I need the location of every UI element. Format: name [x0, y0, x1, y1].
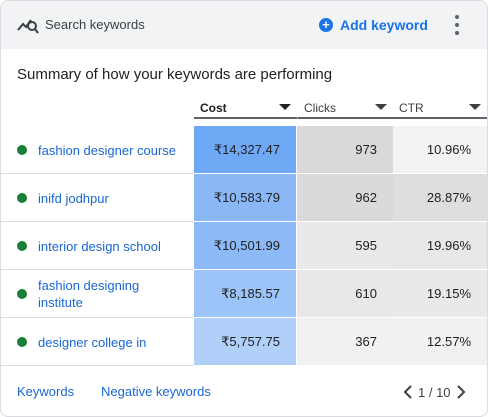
ctr-cell: 19.15%	[393, 270, 487, 318]
page-indicator: 1 / 10	[418, 384, 451, 400]
chevron-right-icon[interactable]	[454, 383, 468, 401]
cost-cell: ₹8,185.57	[194, 270, 297, 318]
status-enabled-icon	[17, 337, 27, 347]
keyword-link[interactable]: interior design school	[38, 222, 188, 270]
clicks-cell: 610	[297, 270, 393, 318]
keyword-link[interactable]: inifd jodhpur	[38, 174, 188, 222]
keyword-cell[interactable]: designer college in	[1, 318, 194, 366]
keyword-cell[interactable]: inifd jodhpur	[1, 174, 194, 222]
keyword-link[interactable]: designer college in	[38, 318, 188, 366]
keywords-card: Search keywords + Add keyword Summary of…	[0, 0, 488, 417]
status-enabled-icon	[17, 145, 27, 155]
cost-cell: ₹14,327.47	[194, 126, 297, 174]
status-enabled-icon	[17, 241, 27, 251]
column-header-ctr[interactable]: CTR	[393, 95, 487, 119]
negative-keywords-link[interactable]: Negative keywords	[101, 384, 211, 399]
column-header-cost[interactable]: Cost	[194, 95, 297, 119]
chevron-left-icon[interactable]	[401, 383, 415, 401]
chevron-down-icon	[469, 104, 481, 110]
table-row: designer college in ₹5,757.75 367 12.57%	[1, 318, 487, 366]
plus-circle-icon: +	[319, 18, 333, 32]
chevron-down-icon	[279, 104, 291, 110]
keyword-link[interactable]: fashion designer course	[38, 126, 188, 174]
table-row: inifd jodhpur ₹10,583.79 962 28.87%	[1, 174, 487, 222]
table-row: interior design school ₹10,501.99 595 19…	[1, 222, 487, 270]
keyword-cell[interactable]: interior design school	[1, 222, 194, 270]
keywords-link[interactable]: Keywords	[17, 384, 74, 399]
keyword-link[interactable]: fashion designing institute	[38, 270, 158, 318]
clicks-cell: 367	[297, 318, 393, 366]
pagination: 1 / 10	[401, 382, 468, 402]
ctr-cell: 12.57%	[393, 318, 487, 366]
column-header-label: CTR	[399, 101, 424, 115]
table-row: fashion designer course ₹14,327.47 973 1…	[1, 126, 487, 174]
card-title: Summary of how your keywords are perform…	[17, 66, 333, 83]
cost-cell: ₹10,583.79	[194, 174, 297, 222]
ctr-cell: 19.96%	[393, 222, 487, 270]
keyword-cell[interactable]: fashion designing institute	[1, 270, 194, 318]
status-enabled-icon	[17, 289, 27, 299]
more-options-icon[interactable]	[451, 15, 463, 35]
add-keyword-label: Add keyword	[340, 17, 428, 33]
card-header: Search keywords + Add keyword	[1, 1, 487, 49]
column-header-label: Clicks	[304, 101, 336, 115]
clicks-cell: 595	[297, 222, 393, 270]
keywords-logo-icon	[17, 19, 39, 34]
add-keyword-button[interactable]: + Add keyword	[319, 14, 428, 36]
keyword-cell[interactable]: fashion designer course	[1, 126, 194, 174]
cost-cell: ₹10,501.99	[194, 222, 297, 270]
cost-cell: ₹5,757.75	[194, 318, 297, 366]
chevron-down-icon	[375, 104, 387, 110]
table-row: fashion designing institute ₹8,185.57 61…	[1, 270, 487, 318]
clicks-cell: 973	[297, 126, 393, 174]
clicks-cell: 962	[297, 174, 393, 222]
ctr-cell: 28.87%	[393, 174, 487, 222]
ctr-cell: 10.96%	[393, 126, 487, 174]
column-header-clicks[interactable]: Clicks	[297, 95, 393, 119]
column-header-label: Cost	[200, 101, 227, 115]
search-keywords-label[interactable]: Search keywords	[45, 17, 145, 32]
status-enabled-icon	[17, 193, 27, 203]
